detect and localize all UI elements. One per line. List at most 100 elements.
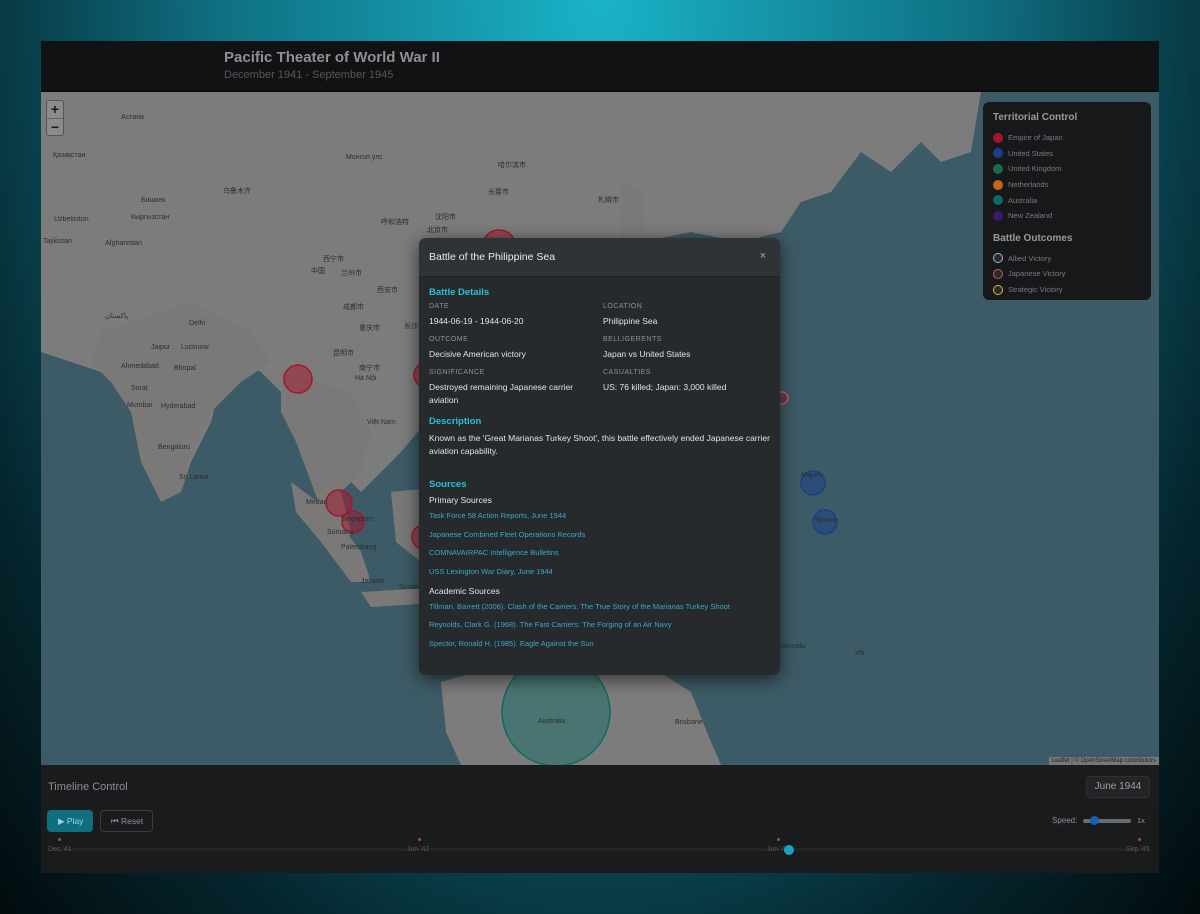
outcome-field: OUTCOME Decisive American victory (429, 336, 597, 361)
legend-label: Strategic Victory (1008, 285, 1063, 295)
speed-slider[interactable] (1083, 816, 1131, 825)
academic-sources-heading: Academic Sources (429, 585, 500, 596)
legend-label: Netherlands (1008, 180, 1049, 190)
primary-sources-heading: Primary Sources (429, 495, 492, 505)
source-link[interactable]: Spector, Ronald H. (1985). Eagle Against… (429, 635, 770, 654)
timeline-handle[interactable] (784, 845, 795, 855)
field-label: SIGNIFICANCE (429, 369, 485, 376)
field-label: DATE (429, 303, 450, 310)
map-legend: Territorial Control Empire of Japan Unit… (983, 102, 1151, 300)
field-label: BELLIGERENTS (603, 336, 662, 343)
description-heading: Description (429, 416, 482, 427)
source-link[interactable]: COMNAVAIRPAC Intelligence Bulletins (429, 544, 770, 563)
map-label: Bhopal (174, 365, 196, 372)
date-field: DATE 1944-06-19 - 1944-06-20 (429, 303, 597, 328)
timeline-track[interactable] (53, 848, 1144, 851)
map-label: 呼和浩特 (381, 219, 409, 226)
map-label: Medan (306, 499, 328, 506)
map-label: Hà Nội (355, 375, 377, 382)
legend-swatch (993, 210, 1003, 221)
map-label: 西宁市 (323, 256, 344, 263)
map-label: Ahmedabad (121, 363, 159, 370)
field-value: Decisive American victory (429, 349, 526, 359)
map-label: Mumbai (127, 402, 152, 409)
map-label: 哈尔滨市 (498, 162, 526, 169)
app-window: Pacific Theater of World War II December… (41, 41, 1159, 873)
map-attribution[interactable]: Leaflet | © OpenStreetMap contributors (1048, 757, 1159, 765)
source-link[interactable]: Reynolds, Clark G. (1968). The Fast Carr… (429, 616, 770, 635)
casualties-field: CASUALTIES US: 76 killed; Japan: 3,000 k… (603, 369, 771, 394)
map-label: Australia (538, 718, 566, 725)
modal-body: Battle Details DATE 1944-06-19 - 1944-06… (429, 277, 770, 654)
map-label: 札幌市 (598, 197, 619, 204)
map-label: Tarawa (814, 517, 837, 524)
source-link[interactable]: USS Lexington War Diary, June 1944 (429, 563, 770, 582)
page-subtitle: December 1941 - September 1945 (224, 69, 394, 81)
legend-label: United States (1008, 148, 1054, 158)
timeline-tick (58, 838, 61, 841)
map-label: 沈阳市 (435, 214, 456, 221)
field-label: OUTCOME (429, 336, 469, 343)
description-text: Known as the 'Great Marianas Turkey Shoo… (429, 433, 770, 456)
legend-territorial-title: Territorial Control (993, 112, 1078, 123)
map-label: 昆明市 (333, 350, 354, 357)
map-label: Uzbekiston (54, 216, 89, 223)
field-value: Philippine Sea (603, 316, 658, 326)
map-label: Viti (855, 650, 865, 657)
timeline-tick (777, 838, 780, 841)
close-icon[interactable]: × (760, 250, 766, 262)
legend-label: Australia (1008, 195, 1038, 205)
legend-item: Empire of Japan (993, 130, 1141, 146)
speed-label: Speed: (1052, 816, 1078, 825)
map-label: Монгол улс (346, 154, 383, 161)
map-label: 成都市 (343, 304, 364, 311)
sources-heading: Sources (429, 479, 467, 490)
primary-sources-list: Task Force 58 Action Reports, June 1944 … (429, 507, 770, 582)
timeline-tick (418, 838, 421, 841)
map-label: Астана (121, 114, 144, 121)
map-label: Бишкек (141, 197, 166, 204)
source-link[interactable]: Task Force 58 Action Reports, June 1944 (429, 507, 770, 526)
map-label: Қазақстан (53, 152, 86, 159)
modal-title: Battle of the Philippine Sea (429, 251, 556, 263)
map-label: Sri Lanka (179, 474, 209, 481)
zoom-in-button[interactable]: + (47, 101, 63, 118)
map-label: 北京市 (427, 227, 448, 234)
source-link[interactable]: Japanese Combined Fleet Operations Recor… (429, 526, 770, 545)
reset-button[interactable]: ⏮ Reset (100, 810, 153, 832)
legend-ring (993, 253, 1003, 264)
location-field: LOCATION Philippine Sea (603, 303, 771, 328)
timeline-tick-label: Dec '41 (48, 846, 72, 853)
map-label: 兰州市 (341, 270, 362, 277)
map-label: Tajikistan (43, 238, 72, 245)
speed-slider-knob[interactable] (1090, 816, 1099, 825)
map-label: 长春市 (488, 189, 509, 196)
map-label: 中国 (311, 268, 325, 275)
legend-item: United Kingdom (993, 161, 1141, 177)
speed-value: 1x (1137, 816, 1145, 825)
legend-swatch (993, 148, 1003, 159)
legend-label: New Zealand (1008, 211, 1053, 221)
legend-swatch (993, 132, 1003, 143)
source-link[interactable]: Tillman, Barrett (2006). Clash of the Ca… (429, 598, 770, 617)
page-title: Pacific Theater of World War II (224, 49, 440, 66)
map-label: Jaipur (151, 344, 171, 351)
legend-label: United Kingdom (1008, 164, 1062, 174)
battle-marker-burma (283, 364, 313, 394)
map-label: Hyderabad (161, 403, 196, 410)
legend-label: Japanese Victory (1008, 269, 1066, 279)
field-value: 1944-06-19 - 1944-06-20 (429, 316, 524, 326)
academic-sources-list: Tillman, Barrett (2006). Clash of the Ca… (429, 598, 770, 654)
battle-details-grid: DATE 1944-06-19 - 1944-06-20 LOCATION Ph… (429, 303, 770, 408)
timeline-tick-label: Jun '42 (407, 846, 430, 853)
map-label: Brisbane (675, 719, 703, 726)
zoom-out-button[interactable]: − (47, 118, 63, 135)
play-button[interactable]: ▶ Play (47, 810, 93, 832)
map-label: Jakarta (361, 578, 384, 585)
map-label: Delhi (189, 320, 205, 327)
battle-detail-modal: Battle of the Philippine Sea × Battle De… (419, 238, 780, 675)
legend-item: Allied Victory (993, 251, 1141, 267)
timeline-tick (1138, 838, 1141, 841)
belligerents-field: BELLIGERENTS Japan vs United States (603, 336, 771, 361)
map-label: Vanuatu (780, 643, 806, 650)
